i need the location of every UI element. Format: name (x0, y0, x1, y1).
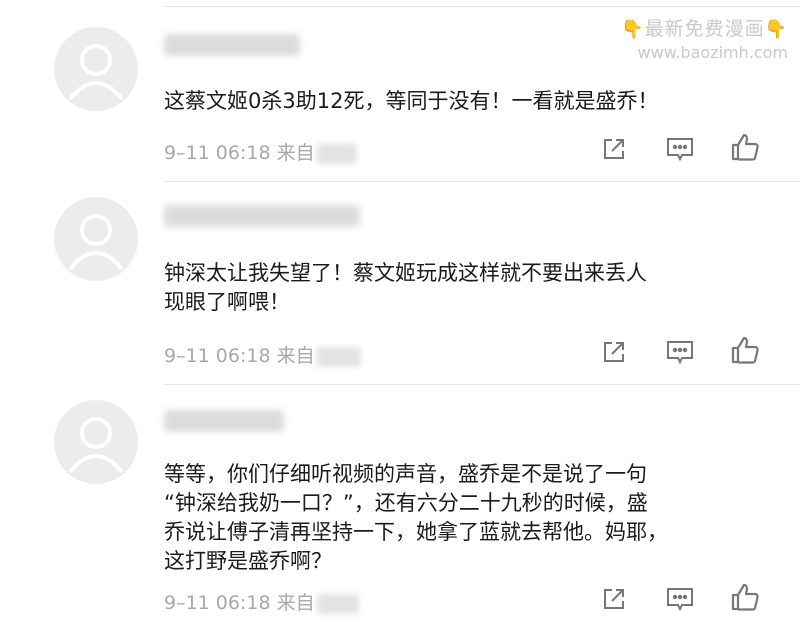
default-avatar-icon[interactable] (54, 27, 138, 111)
username-blurred[interactable] (164, 205, 360, 227)
username-blurred[interactable] (164, 34, 300, 56)
watermark: 👇最新免费漫画👇 www.baozimh.com (621, 14, 788, 62)
from-label: 来自 (276, 592, 315, 614)
comment-meta: 9–11 06:18 来自 (164, 341, 361, 368)
comment-time: 9–11 06:18 (164, 345, 271, 367)
share-icon[interactable] (597, 582, 631, 616)
comment-meta: 9–11 06:18 来自 (164, 138, 357, 165)
from-label: 来自 (276, 345, 315, 367)
comment-icon[interactable] (663, 335, 697, 369)
location-blurred (316, 143, 357, 164)
pointing-hand-icon: 👇 (621, 19, 645, 40)
comment-meta: 9–11 06:18 来自 (164, 588, 359, 615)
comment-icon[interactable] (663, 582, 697, 616)
thumbs-up-icon[interactable] (728, 333, 762, 367)
watermark-url: www.baozimh.com (637, 43, 788, 62)
thumbs-up-icon[interactable] (728, 130, 762, 164)
pointing-hand-icon: 👇 (764, 19, 788, 40)
default-avatar-icon[interactable] (54, 197, 138, 281)
comment-divider (164, 384, 800, 385)
location-blurred (316, 593, 359, 614)
share-icon[interactable] (597, 335, 631, 369)
watermark-title: 👇最新免费漫画👇 (621, 14, 788, 41)
comment-divider (164, 181, 800, 182)
comment-time: 9–11 06:18 (164, 142, 271, 164)
comment-text: 这蔡文姬0杀3助12死，等同于没有！一看就是盛乔！ (164, 89, 659, 113)
share-icon[interactable] (597, 132, 631, 166)
thumbs-up-icon[interactable] (728, 580, 762, 614)
comment-text: 等等，你们仔细听视频的声音，盛乔是不是说了一句 “钟深给我奶一口？”，还有六分二… (164, 462, 668, 573)
comment-time: 9–11 06:18 (164, 592, 271, 614)
from-label: 来自 (276, 142, 315, 164)
location-blurred (316, 346, 361, 367)
top-divider (164, 6, 800, 7)
default-avatar-icon[interactable] (54, 400, 138, 484)
comment-icon[interactable] (663, 132, 697, 166)
username-blurred[interactable] (164, 410, 284, 432)
comment-text: 钟深太让我失望了！蔡文姬玩成这样就不要出来丢人 现眼了啊喂！ (164, 261, 647, 314)
watermark-title-text: 最新免费漫画 (644, 18, 765, 40)
